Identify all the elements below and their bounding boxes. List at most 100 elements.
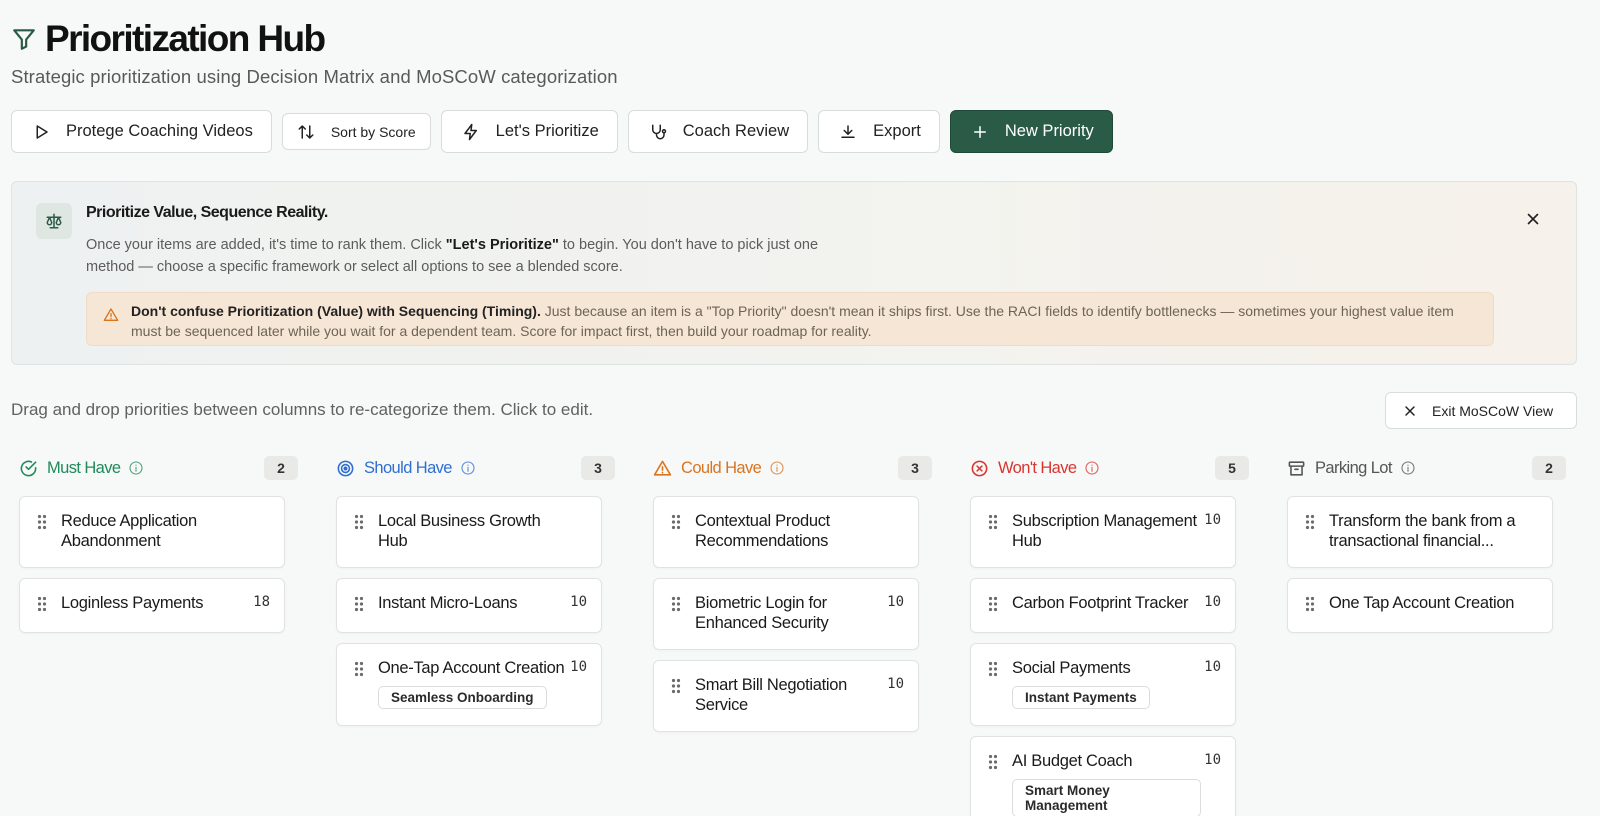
column-title: Must Have <box>47 458 121 477</box>
lets-prioritize-button[interactable]: Let's Prioritize <box>440 110 618 153</box>
drag-handle-icon[interactable] <box>354 596 364 612</box>
column-parking: Parking Lot 2 Transform the bank from a … <box>1287 453 1566 816</box>
card-title: Loginless Payments <box>61 594 204 612</box>
info-icon[interactable] <box>769 460 785 476</box>
card-score: 10 <box>570 659 587 675</box>
drag-handle-icon[interactable] <box>1305 514 1315 530</box>
lightning-icon <box>463 123 477 140</box>
card-title: Biometric Login for Enhanced Security <box>695 594 829 632</box>
column-count-badge: 3 <box>898 456 932 480</box>
column-wont: Won't Have 5 Subscription Management Hub… <box>970 453 1249 816</box>
exit-moscow-view-button[interactable]: Exit MoSCoW View <box>1385 392 1577 429</box>
card-score: 10 <box>1204 594 1221 610</box>
play-icon <box>36 124 48 139</box>
card-title: Social Payments <box>1012 659 1131 677</box>
column-cards: Subscription Management Hub 10 Carbon Fo… <box>970 496 1236 816</box>
priority-card[interactable]: Biometric Login for Enhanced Security 10 <box>653 578 919 650</box>
priority-card[interactable]: Instant Micro-Loans 10 <box>336 578 602 633</box>
column-title: Won't Have <box>998 458 1077 477</box>
card-title: Subscription Management Hub <box>1012 512 1197 550</box>
column-title: Parking Lot <box>1315 458 1392 477</box>
drag-handle-icon[interactable] <box>37 596 47 612</box>
priority-card[interactable]: AI Budget Coach 10 Smart Money Managemen… <box>970 736 1236 816</box>
column-header: Should Have 3 <box>336 453 615 483</box>
close-icon[interactable] <box>1524 210 1542 228</box>
sort-button-label: Sort by Score <box>330 123 416 140</box>
card-tag: Instant Payments <box>1012 686 1150 709</box>
banner-body: Once your items are added, it's time to … <box>86 237 819 275</box>
callout-text: Don't confuse Prioritization (Value) wit… <box>131 303 1454 339</box>
prioritize-button-label: Let's Prioritize <box>495 122 599 140</box>
drag-handle-icon[interactable] <box>37 514 47 530</box>
column-header: Must Have 2 <box>19 453 298 483</box>
drag-handle-icon[interactable] <box>354 514 364 530</box>
check-circle-icon <box>20 460 37 476</box>
export-button[interactable]: Export <box>818 110 940 153</box>
drag-handle-icon[interactable] <box>354 661 364 677</box>
priority-card[interactable]: Local Business Growth Hub <box>336 496 602 568</box>
card-score: 10 <box>570 594 587 610</box>
priority-card[interactable]: Subscription Management Hub 10 <box>970 496 1236 568</box>
sort-arrows-icon <box>298 124 314 139</box>
priority-card[interactable]: Loginless Payments 18 <box>19 578 285 633</box>
card-title: Instant Micro-Loans <box>378 594 518 612</box>
x-circle-icon <box>971 460 988 476</box>
protege-coaching-videos-button[interactable]: Protege Coaching Videos <box>11 110 272 153</box>
card-tag: Smart Money Management <box>1012 779 1201 816</box>
priority-card[interactable]: One-Tap Account Creation 10 Seamless Onb… <box>336 643 602 726</box>
info-icon[interactable] <box>1400 460 1416 476</box>
page-subtitle: Strategic prioritization using Decision … <box>11 66 618 87</box>
card-tag: Seamless Onboarding <box>378 686 547 709</box>
new-priority-button[interactable]: New Priority <box>949 110 1113 153</box>
column-count-badge: 3 <box>581 456 615 480</box>
card-title: Reduce Application Abandonment <box>61 512 197 550</box>
info-icon[interactable] <box>1084 460 1100 476</box>
card-score: 10 <box>1204 512 1221 528</box>
priority-card[interactable]: Carbon Footprint Tracker 10 <box>970 578 1236 633</box>
coach-review-button[interactable]: Coach Review <box>627 110 809 153</box>
column-cards: Transform the bank from a transactional … <box>1287 496 1553 633</box>
moscow-board: Must Have 2 Reduce Application Abandonme… <box>19 453 1566 816</box>
page-header: Prioritization Hub Strategic prioritizat… <box>11 18 618 88</box>
banner-icon-box <box>36 203 72 239</box>
priority-card[interactable]: Smart Bill Negotiation Service 10 <box>653 660 919 732</box>
protege-button-label: Protege Coaching Videos <box>66 122 253 140</box>
card-title: One Tap Account Creation <box>1329 594 1515 612</box>
column-header: Won't Have 5 <box>970 453 1249 483</box>
column-should: Should Have 3 Local Business Growth Hub … <box>336 453 615 816</box>
drag-handle-icon[interactable] <box>671 514 681 530</box>
scale-icon <box>46 213 62 229</box>
priority-card[interactable]: Reduce Application Abandonment <box>19 496 285 568</box>
drag-hint-text: Drag and drop priorities between columns… <box>11 400 594 419</box>
column-header: Parking Lot 2 <box>1287 453 1566 483</box>
drag-handle-icon[interactable] <box>988 661 998 677</box>
column-cards: Contextual Product Recommendations Biome… <box>653 496 919 732</box>
card-title: Transform the bank from a transactional … <box>1329 512 1516 550</box>
close-icon <box>1405 405 1415 416</box>
priority-card[interactable]: Social Payments 10 Instant Payments <box>970 643 1236 726</box>
drag-handle-icon[interactable] <box>988 596 998 612</box>
drag-handle-icon[interactable] <box>671 596 681 612</box>
column-title: Could Have <box>681 458 762 477</box>
column-header: Could Have 3 <box>653 453 932 483</box>
card-title: Carbon Footprint Tracker <box>1012 594 1189 612</box>
sort-by-score-button[interactable]: Sort by Score <box>281 113 431 150</box>
drag-handle-icon[interactable] <box>988 514 998 530</box>
info-icon[interactable] <box>128 460 144 476</box>
warning-icon <box>103 308 119 321</box>
column-title: Should Have <box>364 458 452 477</box>
priority-card[interactable]: Contextual Product Recommendations <box>653 496 919 568</box>
column-cards: Local Business Growth Hub Instant Micro-… <box>336 496 602 726</box>
priority-card[interactable]: One Tap Account Creation <box>1287 578 1553 633</box>
column-must: Must Have 2 Reduce Application Abandonme… <box>19 453 298 816</box>
drag-handle-icon[interactable] <box>988 754 998 770</box>
drag-handle-icon[interactable] <box>1305 596 1315 612</box>
drag-handle-icon[interactable] <box>671 678 681 694</box>
info-icon[interactable] <box>460 460 476 476</box>
target-icon <box>337 460 354 476</box>
column-cards: Reduce Application Abandonment Loginless… <box>19 496 285 633</box>
banner-title: Prioritize Value, Sequence Reality. <box>86 204 328 221</box>
card-score: 18 <box>253 594 270 610</box>
coach-button-label: Coach Review <box>682 122 790 140</box>
priority-card[interactable]: Transform the bank from a transactional … <box>1287 496 1553 568</box>
